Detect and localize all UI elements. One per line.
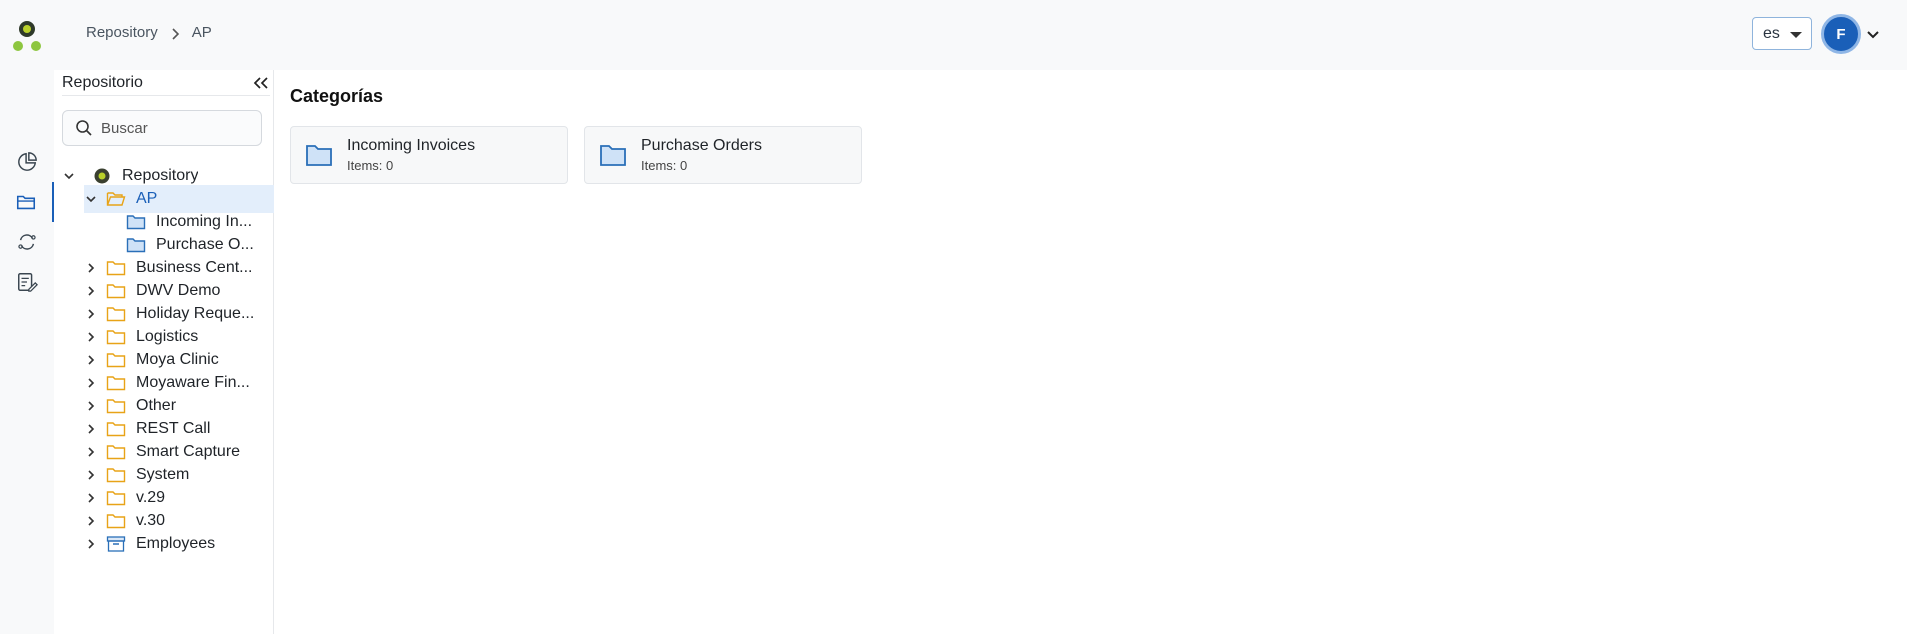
folder-icon — [106, 261, 126, 276]
main-content: Categorías Incoming Invoices Items: 0 Pu… — [274, 70, 1907, 634]
chevron-right-icon[interactable] — [84, 353, 98, 367]
avatar-initial: F — [1836, 25, 1846, 43]
left-rail — [0, 70, 54, 634]
folder-icon — [106, 330, 126, 345]
folder-icon — [106, 353, 126, 368]
rail-item-repository[interactable] — [0, 182, 54, 222]
tree-node-label: System — [136, 466, 190, 483]
tree-node-label: Repository — [122, 167, 199, 184]
chevron-down-icon[interactable] — [1866, 27, 1880, 39]
card-item-count: Items: 0 — [641, 158, 688, 173]
chevron-right-icon[interactable] — [84, 376, 98, 390]
caret-down-icon — [1790, 32, 1802, 38]
rail-item-sync[interactable] — [0, 222, 54, 262]
folder-icon — [106, 284, 126, 299]
user-avatar[interactable]: F — [1821, 14, 1861, 54]
tree-node-label: Logistics — [136, 328, 199, 345]
collapse-panel-icon[interactable] — [252, 74, 270, 92]
tree-node-label: Purchase O... — [156, 236, 254, 253]
folder-icon — [106, 514, 126, 529]
folder-icon — [106, 491, 126, 506]
chevron-right-icon[interactable] — [84, 491, 98, 505]
chevron-right-icon[interactable] — [84, 399, 98, 413]
card-text: Incoming Invoices Items: 0 — [347, 137, 475, 173]
tree-node-label: Moyaware Fin... — [136, 374, 250, 391]
tree-node-label: v.30 — [136, 512, 166, 529]
chevron-right-icon[interactable] — [84, 514, 98, 528]
chevron-right-icon[interactable] — [84, 468, 98, 482]
tree-node-label: Holiday Reque... — [136, 305, 255, 322]
open-folder-icon — [106, 192, 126, 206]
card-item-count: Items: 0 — [347, 158, 394, 173]
chevron-down-icon[interactable] — [62, 169, 76, 183]
page-title: Categorías — [290, 86, 384, 106]
edit-document-icon — [18, 273, 38, 292]
chevron-right-icon[interactable] — [84, 307, 98, 321]
tree-node-label: Business Cent... — [136, 259, 253, 276]
language-select[interactable]: es — [1752, 17, 1812, 50]
rail-item-dashboard[interactable] — [0, 142, 54, 182]
category-folder-icon — [126, 215, 146, 230]
tree-node-label: Smart Capture — [136, 443, 241, 460]
rail-item-tasks[interactable] — [0, 262, 54, 302]
folder-icon — [106, 468, 126, 483]
chevron-right-icon[interactable] — [84, 445, 98, 459]
tree-node-label: REST Call — [136, 420, 211, 437]
folders-icon — [16, 195, 36, 210]
chevron-right-icon[interactable] — [84, 261, 98, 275]
app-logo[interactable] — [10, 18, 44, 54]
category-folder-icon — [600, 145, 626, 166]
chevron-right-icon — [170, 27, 180, 40]
archive-icon — [106, 536, 126, 552]
tree-node-label: DWV Demo — [136, 282, 221, 299]
tree-node-label: AP — [136, 190, 158, 207]
breadcrumb-item-ap: AP — [191, 24, 212, 41]
top-bar: Repository AP es F — [0, 0, 1907, 70]
folder-icon — [106, 376, 126, 391]
category-folder-icon — [126, 238, 146, 253]
folder-icon — [106, 422, 126, 437]
category-card-incoming-invoices[interactable]: Incoming Invoices Items: 0 — [290, 126, 568, 184]
chevron-down-icon[interactable] — [84, 192, 98, 206]
breadcrumb-item-repository[interactable]: Repository — [86, 24, 158, 41]
chevron-right-icon[interactable] — [84, 422, 98, 436]
tree-node-label: v.29 — [136, 489, 166, 506]
repository-logo-icon — [94, 168, 110, 184]
chevron-right-icon[interactable] — [84, 537, 98, 551]
tree-node-label: Other — [136, 397, 177, 414]
tree-node-label: Incoming In... — [156, 213, 253, 230]
tree-node-label: Moya Clinic — [136, 351, 219, 368]
pie-chart-icon — [18, 152, 37, 171]
card-title: Purchase Orders — [641, 137, 762, 154]
card-title: Incoming Invoices — [347, 137, 476, 154]
search-icon — [76, 120, 92, 136]
chevron-right-icon[interactable] — [84, 330, 98, 344]
folder-icon — [106, 445, 126, 460]
category-card-purchase-orders[interactable]: Purchase Orders Items: 0 — [584, 126, 862, 184]
search-box — [62, 110, 262, 146]
folder-icon — [106, 307, 126, 322]
card-text: Purchase Orders Items: 0 — [641, 137, 762, 173]
language-select-value: es — [1763, 24, 1780, 42]
category-folder-icon — [306, 145, 332, 166]
tree-node-employees[interactable]: Employees — [84, 530, 274, 558]
refresh-icon — [18, 234, 36, 250]
panel-title: Repositorio — [62, 74, 143, 91]
search-input[interactable] — [101, 119, 251, 137]
repository-panel: Repositorio Repository AP Incoming In... — [54, 70, 274, 634]
tree-node-label: Employees — [136, 535, 216, 552]
folder-icon — [106, 399, 126, 414]
panel-header: Repositorio — [62, 72, 270, 96]
breadcrumb: Repository AP — [86, 24, 212, 41]
chevron-right-icon[interactable] — [84, 284, 98, 298]
